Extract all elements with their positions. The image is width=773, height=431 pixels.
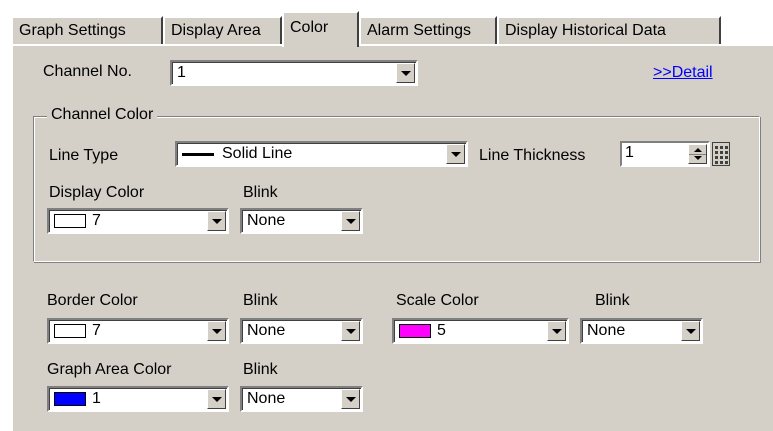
color-swatch [54, 392, 86, 406]
line-type-value: Solid Line [222, 145, 293, 162]
chevron-down-icon [345, 396, 356, 402]
tab-graph-settings[interactable]: Graph Settings [11, 16, 163, 46]
chevron-down-icon [450, 151, 461, 157]
scale-color-label: Scale Color [396, 292, 479, 309]
dropdown-button[interactable] [207, 321, 226, 341]
arrow-down-icon [694, 156, 702, 160]
display-color-value: 7 [92, 212, 101, 229]
tab-display-area[interactable]: Display Area [163, 16, 282, 46]
blink-label: Blink [243, 184, 278, 201]
line-type-label: Line Type [49, 147, 119, 164]
tab-display-historical-data[interactable]: Display Historical Data [497, 16, 721, 46]
dropdown-button[interactable] [396, 63, 415, 83]
dropdown-button[interactable] [341, 211, 360, 231]
graph-area-blink-label: Blink [243, 361, 278, 378]
scale-blink-label: Blink [595, 292, 630, 309]
border-blink-select[interactable]: None [240, 318, 363, 344]
border-color-value: 7 [92, 322, 101, 339]
chevron-down-icon [345, 328, 356, 334]
spinner-arrows[interactable] [688, 144, 707, 164]
channel-no-select[interactable]: 1 [170, 60, 418, 86]
tab-alarm-settings[interactable]: Alarm Settings [359, 16, 497, 46]
channel-color-group-title: Channel Color [47, 106, 158, 124]
display-color-select[interactable]: 7 [47, 208, 229, 234]
color-swatch [399, 324, 431, 338]
dropdown-button[interactable] [207, 211, 226, 231]
detail-link[interactable]: >>Detail [653, 64, 713, 82]
chevron-down-icon [211, 396, 222, 402]
dropdown-button[interactable] [547, 321, 566, 341]
dropdown-button[interactable] [207, 389, 226, 409]
chevron-down-icon [211, 328, 222, 334]
border-blink-value: None [247, 322, 286, 339]
display-blink-value: None [247, 212, 286, 229]
scale-color-select[interactable]: 5 [392, 318, 569, 344]
border-color-label: Border Color [47, 292, 138, 309]
chevron-down-icon [345, 218, 356, 224]
chevron-down-icon [685, 328, 696, 334]
display-color-label: Display Color [49, 184, 145, 201]
chevron-down-icon [211, 218, 222, 224]
chevron-down-icon [400, 70, 411, 76]
graph-area-blink-select[interactable]: None [240, 386, 363, 412]
dropdown-button[interactable] [341, 321, 360, 341]
line-type-select[interactable]: Solid Line [175, 141, 468, 167]
line-thickness-spinner[interactable]: 1 [620, 141, 710, 167]
display-blink-select[interactable]: None [240, 208, 363, 234]
graph-area-color-select[interactable]: 1 [47, 386, 229, 412]
dropdown-button[interactable] [341, 389, 360, 409]
scale-blink-value: None [587, 322, 626, 339]
line-thickness-value: 1 [625, 144, 634, 161]
line-thickness-label: Line Thickness [479, 147, 586, 164]
scale-color-value: 5 [437, 322, 446, 339]
color-swatch [54, 214, 86, 228]
tab-strip: Graph Settings Display Area Color Alarm … [11, 11, 773, 47]
tab-color[interactable]: Color [282, 11, 359, 47]
channel-no-label: Channel No. [43, 63, 132, 80]
dropdown-button[interactable] [446, 144, 465, 164]
color-swatch [54, 324, 86, 338]
channel-no-value: 1 [177, 64, 186, 81]
solid-line-icon [182, 152, 214, 156]
scale-blink-select[interactable]: None [580, 318, 703, 344]
graph-area-color-label: Graph Area Color [47, 361, 172, 378]
arrow-up-icon [694, 148, 702, 152]
graph-area-blink-value: None [247, 390, 286, 407]
keypad-icon[interactable] [712, 142, 730, 166]
border-color-select[interactable]: 7 [47, 318, 229, 344]
chevron-down-icon [551, 328, 562, 334]
border-blink-label: Blink [243, 292, 278, 309]
dropdown-button[interactable] [681, 321, 700, 341]
graph-area-color-value: 1 [92, 390, 101, 407]
